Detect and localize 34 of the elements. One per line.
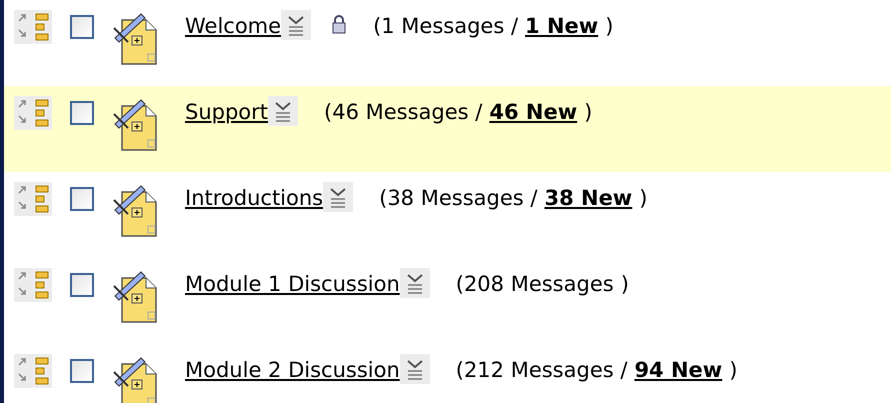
tree-icon[interactable] (14, 10, 52, 44)
checkbox[interactable] (70, 273, 94, 297)
message-count: (208 Messages (456, 272, 614, 296)
checkbox[interactable] (70, 101, 94, 125)
checkbox[interactable] (70, 15, 94, 39)
forum-link[interactable]: Module 2 Discussion (185, 358, 400, 382)
menu-icon[interactable] (400, 268, 430, 298)
forum-link[interactable]: Module 1 Discussion (185, 272, 400, 296)
forum-link[interactable]: Welcome (185, 14, 282, 38)
tree-icon[interactable] (14, 268, 52, 302)
message-count: (46 Messages / (324, 100, 482, 124)
checkbox[interactable] (70, 359, 94, 383)
new-messages-link[interactable]: 1 New (525, 14, 598, 38)
menu-icon[interactable] (268, 96, 298, 126)
forum-link[interactable]: Introductions (185, 186, 324, 210)
menu-icon[interactable] (323, 182, 354, 212)
new-messages-link[interactable]: 94 New (634, 358, 722, 382)
menu-icon[interactable] (400, 354, 430, 384)
closing-paren: ) (584, 100, 592, 124)
message-count: (212 Messages / (456, 358, 628, 382)
tree-icon[interactable] (14, 182, 52, 216)
new-messages-link[interactable]: 38 New (544, 186, 632, 210)
closing-paren: ) (620, 272, 629, 296)
message-count: (1 Messages / (373, 14, 518, 38)
closing-paren: ) (729, 358, 738, 382)
message-count: (38 Messages / (379, 186, 538, 210)
checkbox[interactable] (70, 187, 94, 211)
menu-icon[interactable] (281, 10, 312, 40)
tree-icon[interactable] (14, 96, 52, 130)
closing-paren: ) (605, 14, 614, 38)
forum-link[interactable]: Support (185, 100, 268, 124)
new-messages-link[interactable]: 46 New (489, 100, 578, 124)
tree-icon[interactable] (14, 354, 52, 388)
closing-paren: ) (639, 186, 648, 210)
